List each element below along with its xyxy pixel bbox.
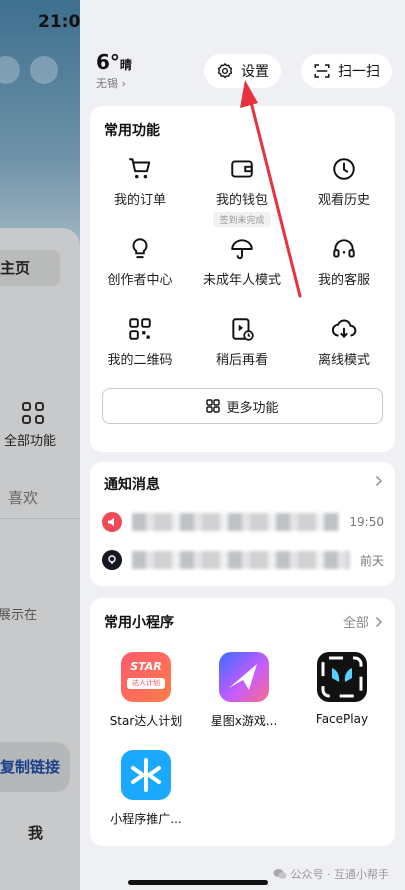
faceplay-icon [317,652,367,702]
more-functions-button[interactable]: 更多功能 [102,388,383,424]
star-plan-icon: STAR 达人计划 [121,652,171,702]
feature-label: 离线模式 [317,353,370,368]
feature-offline-mode[interactable]: 离线模式 [294,316,394,368]
notification-time: 前天 [359,553,384,568]
settings-label: 设置 [241,64,269,80]
blurred-message [132,513,340,531]
weather-widget[interactable]: 6°晴 无锡 › [96,50,132,91]
city-label: 无锡 › [96,77,126,90]
miniapp-promo-icon [121,750,171,800]
mini-app-label: FacePlay [315,712,369,726]
star-logo-subtext: 达人计划 [127,678,165,689]
more-functions-label: 更多功能 [226,400,279,416]
mini-programs-card: 常用小程序 全部 STAR 达人计划 Star达人计划 星图x游戏... Fac… [90,598,395,846]
settings-button[interactable]: 设置 [204,54,281,88]
side-drawer: 6°晴 无锡 › 设置 扫一扫 常用功能 我的订单 我的钱包 签到未完成 观看历… [80,0,405,890]
notification-row[interactable]: 前天 [102,548,384,572]
cart-icon [129,158,151,179]
home-chip: 主页 [0,250,60,286]
xingtu-icon [219,652,269,702]
all-label: 全部 [342,616,369,631]
mini-app-faceplay[interactable]: FacePlay [292,652,392,726]
feature-label: 创作者中心 [107,273,173,288]
blurred-message [132,551,350,569]
grid-icon [206,399,221,413]
mini-app-star-plan[interactable]: STAR 达人计划 Star达人计划 [96,652,196,729]
watermark-text: 公众号 · 互通小帮手 [290,868,390,881]
gear-icon [217,63,233,79]
wallet-icon [231,160,253,178]
clock-icon [333,158,355,180]
mini-app-label: 小程序推广... [110,812,182,826]
mini-app-xingtu[interactable]: 星图x游戏... [194,652,294,729]
star-logo-text: STAR [130,660,162,673]
copy-link-button: 复制链接 [0,742,70,792]
bulb-icon [102,550,122,570]
all-functions-label: 全部功能 [4,434,57,449]
qrcode-icon [129,318,151,340]
watermark: 公众号 · 互通小帮手 [273,866,390,882]
umbrella-icon [231,239,253,260]
feature-label: 观看历史 [317,193,370,208]
display-label: 展示在 [0,608,38,623]
mini-programs-all[interactable]: 全部 [343,612,383,631]
copy-link-label: 复制链接 [0,758,61,776]
menu-icon [30,56,58,84]
divider [0,518,80,519]
mini-app-promo[interactable]: 小程序推广... [96,750,196,827]
mini-app-label: 星图x游戏... [210,714,278,728]
checkin-badge: 签到未完成 [213,212,271,227]
watch-later-icon [232,318,254,341]
home-indicator[interactable] [128,880,268,885]
grid-icon [22,402,44,424]
bulb-icon [132,238,148,259]
common-functions-title: 常用功能 [104,123,160,139]
mini-app-label: Star达人计划 [109,714,183,728]
notifications-title[interactable]: 通知消息 [104,474,160,494]
notifications-more[interactable] [375,475,383,487]
feature-my-qrcode[interactable]: 我的二维码 [90,316,190,368]
city-name: 无锡 [96,77,118,90]
common-functions-card: 常用功能 我的订单 我的钱包 签到未完成 观看历史 创作者中心 未成年人模式 我… [90,106,395,452]
home-chip-label: 主页 [0,259,31,277]
feature-my-wallet[interactable]: 我的钱包 签到未完成 [192,156,292,227]
feature-customer-service[interactable]: 我的客服 [294,236,394,288]
feature-label: 未成年人模式 [202,273,281,288]
feature-creator-center[interactable]: 创作者中心 [90,236,190,288]
feature-label: 稍后再看 [215,353,268,368]
scan-icon [314,64,330,78]
headset-icon [333,239,355,258]
wechat-icon [273,869,286,879]
megaphone-icon [102,512,122,532]
scan-label: 扫一扫 [338,64,380,80]
notification-row[interactable]: 19:50 [102,510,384,534]
feature-my-orders[interactable]: 我的订单 [90,156,190,208]
background-page: 主页 全部功能 喜欢 展示在 复制链接 我 [0,0,80,890]
notification-time: 19:50 [349,515,384,529]
feature-label: 我的二维码 [107,353,173,368]
weather-condition: 晴 [119,58,132,72]
notifications-card: 通知消息 19:50 前天 [90,462,395,586]
search-icon [0,56,20,84]
feature-label: 我的钱包 [215,193,268,208]
temperature: 6° [96,50,120,74]
feature-minor-mode[interactable]: 未成年人模式 [192,236,292,288]
chevron-right-icon [375,616,383,627]
mini-programs-title: 常用小程序 [104,615,174,631]
likes-label: 喜欢 [8,489,39,507]
feature-label: 我的客服 [317,273,370,288]
feature-label: 我的订单 [113,193,166,208]
me-tab: 我 [28,824,44,842]
feature-watch-history[interactable]: 观看历史 [294,156,394,208]
cloud-download-icon [331,319,357,338]
chevron-right-icon [375,475,383,487]
feature-watch-later[interactable]: 稍后再看 [192,316,292,368]
scan-button[interactable]: 扫一扫 [301,54,392,88]
